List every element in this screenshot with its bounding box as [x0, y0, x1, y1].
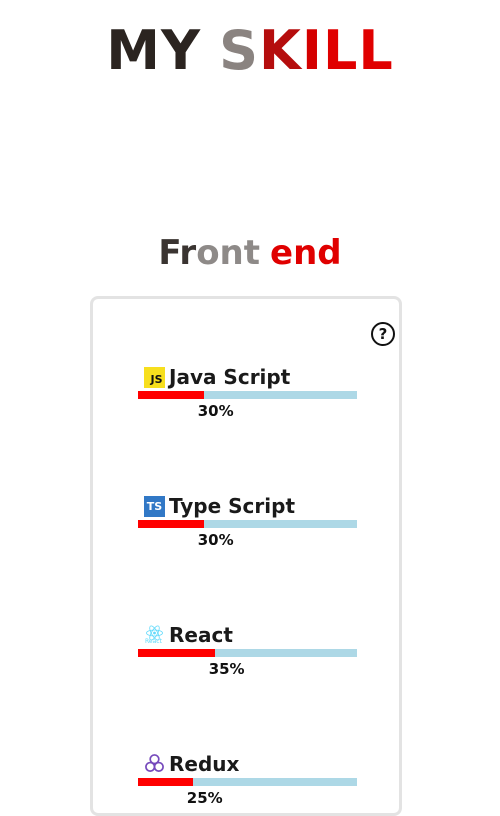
- title-letter: M: [106, 19, 161, 82]
- section-title: Front end: [0, 230, 500, 276]
- skill-progress-fill: [138, 778, 193, 786]
- skill-progress-fill: [138, 649, 215, 657]
- question-circle-icon[interactable]: ?: [371, 322, 395, 346]
- react-logo-icon: React: [144, 625, 165, 646]
- title-letter: K: [258, 19, 302, 82]
- skill-progress-bar: [138, 778, 357, 786]
- skill-name: Type Script: [169, 494, 296, 518]
- skill-head: Redux: [144, 752, 239, 776]
- typescript-logo-icon: TS: [144, 495, 165, 517]
- skill-percent: 35%: [208, 660, 245, 678]
- skill-percent: 30%: [197, 402, 234, 420]
- page-title: MY SKILL: [0, 16, 500, 86]
- skill-head: JS Java Script: [144, 365, 290, 389]
- section-title-part: ont: [196, 233, 261, 273]
- section-title-part: Fr: [158, 233, 197, 273]
- javascript-logo-icon: JS: [144, 366, 165, 388]
- skill-item-javascript: JS Java Script 30%: [138, 365, 360, 425]
- skill-name: Java Script: [169, 365, 291, 389]
- skill-progress-bar: [138, 520, 357, 528]
- typescript-logo-text: TS: [146, 499, 163, 513]
- javascript-logo-text: JS: [150, 373, 163, 386]
- skill-item-redux: Redux 25%: [138, 752, 360, 812]
- skill-item-typescript: TS Type Script 30%: [138, 494, 360, 554]
- skill-item-react: React React 35%: [138, 623, 360, 683]
- skill-progress-fill: [138, 391, 204, 399]
- redux-logo-icon: [144, 754, 165, 775]
- skill-name: Redux: [169, 752, 240, 776]
- react-logo-text: React: [145, 637, 162, 645]
- skill-percent: 25%: [186, 789, 223, 807]
- title-letter: S: [219, 19, 259, 82]
- skill-percent: 30%: [197, 531, 234, 549]
- redux-swirl-icon: [145, 754, 164, 773]
- title-letter: L: [358, 19, 394, 82]
- skill-progress-bar: [138, 649, 357, 657]
- skills-card: ? JS Java Script 30% TS Type Script 30%: [90, 296, 402, 816]
- section-title-part: end: [270, 233, 342, 273]
- title-letter: L: [322, 19, 359, 82]
- skill-progress-bar: [138, 391, 357, 399]
- skill-progress-fill: [138, 520, 204, 528]
- skill-head: React React: [144, 623, 233, 647]
- title-letter: Y: [160, 19, 202, 82]
- skill-name: React: [169, 623, 233, 647]
- title-letter: I: [301, 19, 323, 82]
- skill-head: TS Type Script: [144, 494, 295, 518]
